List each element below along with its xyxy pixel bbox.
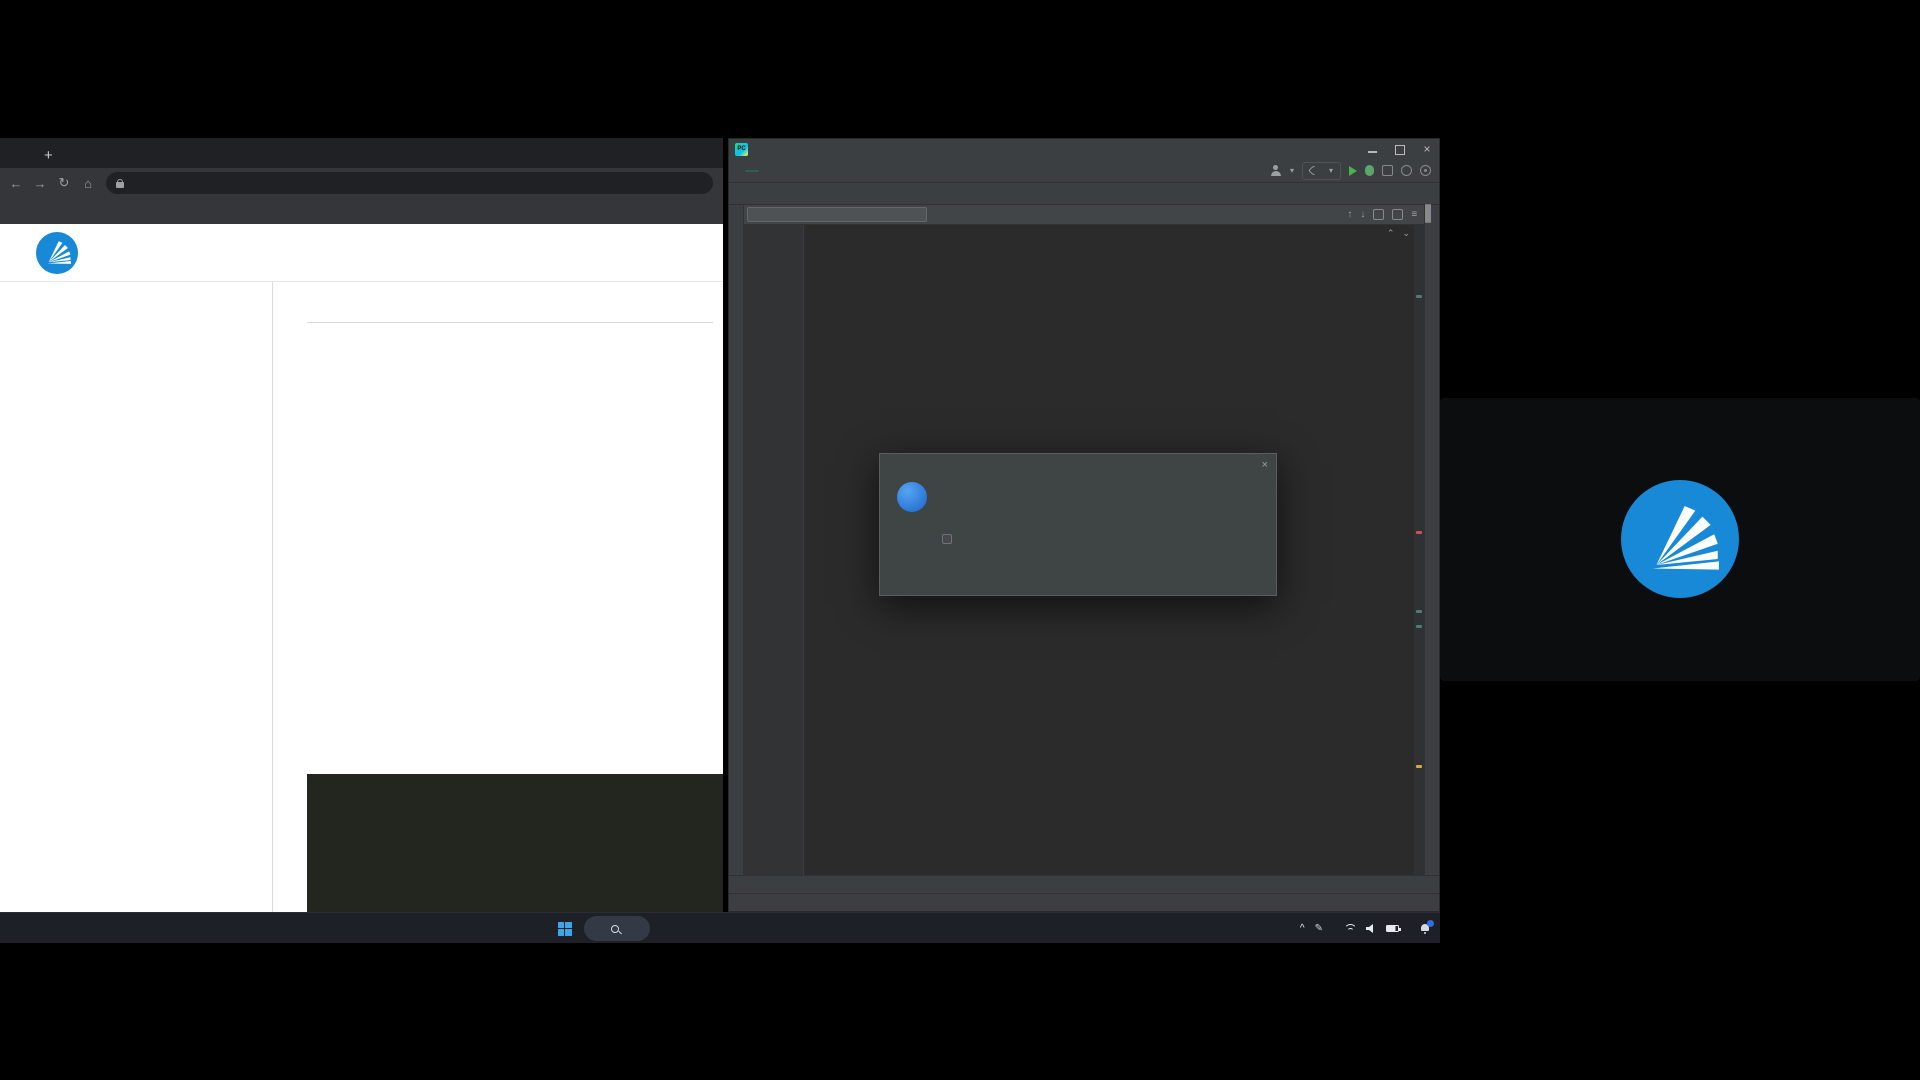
run-button[interactable] (1349, 166, 1357, 176)
editor-tab-bar (729, 183, 1439, 205)
maximize-icon[interactable] (1394, 143, 1406, 155)
find-menu-icon[interactable]: ≡ (1411, 209, 1417, 220)
right-tool-strip (1424, 205, 1439, 875)
open-project-dialog: × (879, 453, 1277, 596)
new-tab-button[interactable]: + (44, 147, 53, 164)
pen-icon[interactable]: ✎ (1315, 923, 1323, 934)
start-button[interactable] (552, 916, 577, 941)
pycharm-logo-icon: PC (735, 143, 748, 156)
run-configuration-select[interactable]: ▾ (1302, 162, 1341, 180)
back-icon[interactable]: ← (6, 176, 26, 191)
web-code-block (307, 774, 723, 912)
home-icon[interactable]: ⌂ (78, 176, 98, 191)
dialog-close-icon[interactable]: × (1262, 459, 1268, 471)
volume-icon[interactable] (1366, 924, 1376, 933)
pycharm-toolbar: ▾ ▾ (729, 159, 1439, 183)
run-config-icon (1308, 164, 1321, 177)
git-branch-chip[interactable] (745, 170, 759, 172)
windows-taskbar: ^ ✎ (0, 912, 1440, 943)
find-prev-icon[interactable]: ↑ (1347, 209, 1352, 220)
site-logo[interactable] (36, 232, 78, 274)
search-icon (611, 925, 619, 933)
find-in-selection-icon[interactable] (1392, 209, 1403, 220)
browser-tab-strip: + (0, 138, 723, 168)
participant-tile[interactable] (1440, 398, 1920, 681)
web-page (0, 224, 723, 912)
question-icon (897, 482, 927, 512)
editor-gutter (744, 225, 804, 875)
find-filter-icon[interactable] (1373, 209, 1384, 220)
browser-toolbar: ← → ↻ ⌂ (0, 168, 723, 198)
bookmarks-bar (0, 198, 723, 224)
find-input[interactable] (747, 207, 927, 222)
inspections-widget[interactable]: ⌃⌄ (1387, 228, 1410, 239)
system-tray: ^ ✎ (1300, 913, 1430, 944)
participant-avatar (1621, 480, 1739, 598)
sciview-tool-icon[interactable] (1429, 204, 1431, 223)
reload-icon[interactable]: ↻ (54, 175, 74, 191)
search-everywhere-icon[interactable] (1401, 165, 1412, 176)
video-call-panel (1440, 0, 1920, 1080)
status-bar (729, 893, 1439, 911)
user-icon[interactable] (1270, 165, 1282, 176)
pycharm-title-bar: PC × (729, 139, 1439, 159)
find-next-icon[interactable]: ↓ (1360, 209, 1365, 220)
debug-button[interactable] (1365, 165, 1374, 176)
left-tool-strip (729, 205, 744, 875)
tray-overflow-icon[interactable]: ^ (1300, 923, 1305, 934)
settings-gear-icon[interactable] (1420, 165, 1431, 176)
close-icon[interactable]: × (1421, 143, 1433, 155)
site-header (0, 224, 723, 282)
tool-window-bar (729, 875, 1439, 893)
notification-bell-icon[interactable] (1419, 923, 1430, 934)
minimize-icon[interactable] (1367, 143, 1379, 155)
taskbar-search[interactable] (584, 916, 650, 941)
find-bar: ↑ ↓ ≡ × (729, 205, 1439, 225)
address-bar[interactable] (106, 172, 713, 194)
chrome-browser-window: + ← → ↻ ⌂ (0, 138, 723, 912)
divider (307, 322, 713, 323)
page-body (0, 282, 723, 912)
content-column (272, 282, 723, 912)
lock-icon (116, 179, 124, 188)
battery-icon[interactable] (1386, 925, 1399, 932)
profiler-icon[interactable] (1382, 165, 1393, 176)
screen: + ← → ↻ ⌂ (0, 0, 1920, 1080)
chevron-down-icon[interactable]: ▾ (1290, 166, 1294, 175)
forward-icon[interactable]: → (30, 176, 50, 191)
wifi-icon[interactable] (1343, 924, 1356, 934)
error-stripe[interactable] (1414, 225, 1424, 875)
checkbox-icon[interactable] (942, 534, 952, 544)
dont-ask-again-checkbox[interactable] (942, 534, 958, 544)
notification-badge (1427, 920, 1434, 927)
chevron-down-icon: ▾ (1329, 166, 1333, 175)
